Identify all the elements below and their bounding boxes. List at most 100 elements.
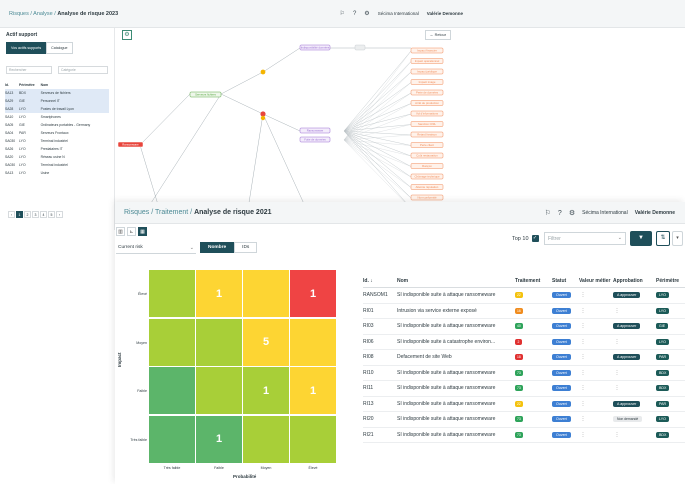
risk-id[interactable]: RANSOM1 — [363, 287, 397, 304]
sort-button[interactable]: ⇅ — [656, 231, 670, 246]
risk-name[interactable]: Intrusion via service externe exposé — [397, 303, 515, 319]
matrix-cell[interactable]: 1 — [243, 367, 289, 414]
more-icon[interactable]: ⋮ — [579, 416, 587, 422]
filter-button[interactable]: ▼ — [630, 231, 652, 246]
approval-badge[interactable]: A approuver — [613, 323, 641, 330]
risk-name[interactable]: SI indisponible suite à catastrophe envi… — [397, 334, 515, 350]
help-icon[interactable]: ? — [558, 210, 562, 217]
mode-nombre[interactable]: Nombre — [200, 242, 235, 253]
table-row[interactable]: RI03 SI indisponible suite à attaque rans… — [363, 318, 685, 335]
asset-row[interactable]: SA13 LYO Usine — [5, 169, 109, 177]
back-org[interactable]: Sécima International — [378, 11, 419, 16]
asset-row[interactable]: SA10 LYO Smartphones — [5, 113, 109, 121]
user-name[interactable]: Valérie Demonne — [635, 210, 675, 216]
page-button[interactable]: 5 — [48, 211, 55, 218]
risk-name[interactable]: Defacement de site Web — [397, 349, 515, 366]
asset-row[interactable]: SA20 LYO Réseau usine N — [5, 153, 109, 161]
page-button[interactable]: 4 — [40, 211, 47, 218]
approval-badge[interactable]: A approuver — [613, 354, 641, 361]
risk-id[interactable]: RI11 — [363, 380, 397, 397]
risk-name[interactable]: SI indisponible suite à attaque ransomew… — [397, 380, 515, 397]
gear-icon[interactable]: ⚙ — [364, 10, 369, 17]
page-button[interactable]: 2 — [24, 211, 31, 218]
matrix-cell[interactable]: 5 — [243, 318, 289, 366]
table-row[interactable]: RI11 SI indisponible suite à attaque rans… — [363, 380, 685, 397]
matrix-cell[interactable] — [290, 318, 336, 366]
matrix-cell[interactable] — [149, 367, 195, 414]
checkbox-checked-icon[interactable]: ✓ — [531, 235, 539, 242]
more-icon[interactable]: ⋮ — [613, 432, 621, 438]
tab-catalogue[interactable]: Catalogue — [46, 42, 73, 54]
more-icon[interactable]: ⋮ — [579, 401, 587, 407]
matrix-cell[interactable] — [149, 415, 195, 463]
matrix-cell[interactable]: 1 — [290, 270, 336, 317]
matrix-cell[interactable]: 1 — [290, 367, 336, 414]
more-icon[interactable]: ⋮ — [613, 370, 621, 376]
megaphone-icon[interactable]: ⚐ — [340, 10, 345, 17]
matrix-cell[interactable] — [149, 270, 195, 317]
more-options-button[interactable]: ▾ — [672, 231, 683, 246]
more-icon[interactable]: ⋮ — [579, 308, 587, 314]
asset-row[interactable]: SA05 GIE Ordinateurs portables - Germany — [5, 121, 109, 129]
col-traitement[interactable]: Traitement — [515, 278, 552, 288]
back-breadcrumb-analyse[interactable]: Analyse — [33, 11, 53, 17]
col-valeur-metier[interactable]: Valeur métier — [579, 278, 613, 288]
mode-ids[interactable]: IDs — [234, 242, 258, 253]
matrix-cell[interactable] — [196, 318, 242, 366]
col-id[interactable]: Id. — [5, 81, 19, 89]
more-icon[interactable]: ⋮ — [579, 292, 587, 298]
table-row[interactable]: RI08 Defacement de site Web 18 Ouvert ⋮ A app… — [363, 349, 685, 366]
matrix-view-icon[interactable]: ▦ — [138, 227, 147, 236]
breadcrumb-traitement[interactable]: Traitement — [155, 209, 188, 216]
col-perimetre[interactable]: Périmètre — [656, 278, 685, 288]
table-row[interactable]: RANSOM1 SI indisponible suite à attaque r… — [363, 287, 685, 304]
megaphone-icon[interactable]: ⚐ — [545, 209, 551, 217]
asset-row[interactable]: SA030 LYO Terminal industriel — [5, 161, 109, 169]
more-icon[interactable]: ⋮ — [579, 385, 587, 391]
matrix-cell[interactable] — [196, 367, 242, 414]
matrix-cell[interactable] — [149, 318, 195, 366]
page-button[interactable]: 1 — [16, 211, 23, 218]
risk-id[interactable]: RI13 — [363, 396, 397, 412]
risk-id[interactable]: RI06 — [363, 334, 397, 350]
approval-badge[interactable]: Non demandé — [613, 416, 643, 423]
matrix-cell[interactable] — [290, 415, 336, 463]
chart-view-icon[interactable]: ⊾ — [127, 227, 136, 236]
table-row[interactable]: RI01 Intrusion via service externe exposé… — [363, 303, 685, 319]
breadcrumb-risques[interactable]: Risques — [124, 209, 149, 216]
col-nom[interactable]: Nom — [397, 278, 515, 288]
col-approbation[interactable]: Approbation — [613, 278, 656, 288]
asset-row[interactable]: SA28 LYO Postes de travail Lyon — [5, 105, 109, 113]
risk-name[interactable]: SI indisponible suite à attaque ransomew… — [397, 318, 515, 335]
more-icon[interactable]: ⋮ — [579, 370, 587, 376]
risk-id[interactable]: RI03 — [363, 318, 397, 335]
approval-badge[interactable]: A approuver — [613, 400, 641, 407]
table-row[interactable]: RI21 SI indisponible suite à attaque rans… — [363, 427, 685, 443]
matrix-cell[interactable] — [243, 270, 289, 317]
asset-row[interactable]: SA04 PAR Serveurs Frontaux — [5, 129, 109, 137]
more-icon[interactable]: ⋮ — [579, 354, 587, 360]
help-icon[interactable]: ? — [353, 11, 356, 17]
approval-badge[interactable]: A approuver — [613, 292, 641, 299]
top10-toggle[interactable]: Top 10 ✓ — [512, 235, 539, 242]
risk-type-select[interactable]: Current risk ⌄ — [116, 243, 196, 254]
col-statut[interactable]: Statut — [552, 278, 579, 288]
more-icon[interactable]: ⋮ — [579, 339, 587, 345]
asset-row[interactable]: SA29 GIE Personnel IT — [5, 97, 109, 105]
risk-name[interactable]: SI indisponible suite à attaque ransomew… — [397, 287, 515, 304]
asset-search-input[interactable]: Rechercher — [6, 66, 52, 74]
asset-row[interactable]: SA030 LYO Terminal industriel — [5, 137, 109, 145]
risk-id[interactable]: RI08 — [363, 349, 397, 366]
more-icon[interactable]: ⋮ — [613, 339, 621, 345]
risk-name[interactable]: SI indisponible suite à attaque ransomew… — [397, 396, 515, 412]
matrix-cell[interactable]: 1 — [196, 415, 242, 463]
more-icon[interactable]: ⋮ — [579, 323, 587, 329]
back-breadcrumb-risques[interactable]: Risques — [9, 11, 29, 17]
gear-icon[interactable]: ⚙ — [569, 209, 575, 217]
table-row[interactable]: RI06 SI indisponible suite à catastrophe … — [363, 334, 685, 350]
col-nom[interactable]: Nom — [41, 81, 109, 89]
table-row[interactable]: RI10 SI indisponible suite à attaque rans… — [363, 365, 685, 381]
page-button[interactable]: ‹ — [8, 211, 15, 218]
risk-id[interactable]: RI21 — [363, 427, 397, 443]
page-button[interactable]: 3 — [32, 211, 39, 218]
